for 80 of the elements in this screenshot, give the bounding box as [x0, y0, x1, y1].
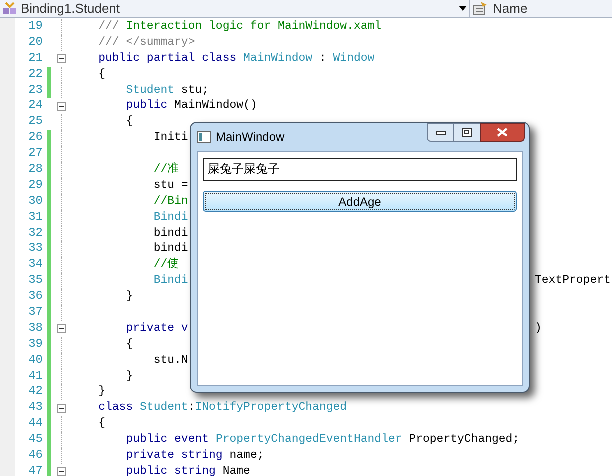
- code-line: class Student:INotifyPropertyChanged: [98, 400, 348, 416]
- code-line: {: [98, 66, 106, 83]
- line-number: 31: [28, 210, 43, 226]
- line-number: 42: [28, 384, 43, 400]
- code-line: public event PropertyChangedEventHandler PropertyChanged;: [125, 432, 520, 448]
- line-number: 21: [28, 50, 43, 67]
- minimize-button[interactable]: [427, 123, 454, 142]
- line-number: 35: [28, 273, 43, 290]
- collapse-icon[interactable]: [56, 467, 66, 476]
- code-line: {: [125, 114, 134, 130]
- line-number: 44: [28, 416, 43, 432]
- collapse-icon[interactable]: [56, 54, 66, 64]
- line-number: 27: [28, 146, 43, 162]
- line-number: 23: [28, 82, 43, 98]
- code-line: //Bin: [152, 194, 188, 210]
- window-icon: [197, 131, 211, 143]
- code-fragment: ): [535, 320, 542, 337]
- line-number: 22: [28, 66, 43, 83]
- type-combo-text: Binding1.Student: [21, 0, 122, 18]
- line-number: 40: [28, 352, 43, 369]
- code-line: }: [98, 384, 106, 400]
- line-number: 47: [28, 464, 43, 476]
- member-combo[interactable]: Name: [470, 0, 612, 17]
- code-line: public MainWindow(): [125, 98, 258, 114]
- add-age-button[interactable]: AddAge: [203, 191, 517, 212]
- code-line: Bindi: [152, 210, 188, 226]
- line-number: 29: [28, 178, 43, 194]
- code-line: stu =: [152, 178, 188, 194]
- code-line: /// Interaction logic for MainWindow.xaml: [98, 19, 382, 35]
- dropdown-arrow-icon[interactable]: [459, 6, 467, 11]
- line-number: 24: [28, 98, 43, 114]
- line-number: 46: [28, 448, 43, 464]
- line-number: 45: [28, 432, 43, 448]
- line-number: 20: [28, 34, 43, 51]
- close-button[interactable]: [480, 123, 525, 142]
- code-line: Bindi: [152, 273, 188, 290]
- code-line: private string name;: [125, 448, 264, 464]
- line-number: 36: [28, 289, 43, 306]
- line-number: 33: [28, 241, 43, 258]
- code-line: bindi: [152, 226, 188, 242]
- code-line: //使: [152, 257, 180, 274]
- line-number: 34: [28, 257, 43, 274]
- code-line: }: [125, 289, 134, 306]
- code-line: public partial class MainWindow : Window: [98, 50, 375, 67]
- code-line: stu.N: [152, 352, 188, 369]
- line-number: 25: [28, 114, 43, 130]
- code-line: /// </summary>: [98, 34, 196, 51]
- code-line: private v: [125, 320, 188, 337]
- code-line: {: [98, 416, 106, 432]
- line-number: 37: [28, 305, 43, 321]
- minimize-icon: [436, 130, 446, 134]
- code-line: {: [125, 336, 134, 353]
- collapse-icon[interactable]: [56, 404, 66, 413]
- close-icon: [497, 128, 508, 137]
- collapse-icon[interactable]: [56, 324, 66, 334]
- line-number: 30: [28, 194, 43, 210]
- line-number: 39: [28, 336, 43, 353]
- property-icon: [473, 2, 489, 16]
- line-number: 38: [28, 320, 43, 337]
- collapse-icon[interactable]: [56, 102, 66, 111]
- code-line: //准: [152, 162, 180, 178]
- maximize-icon: [462, 128, 472, 137]
- window-title: MainWindow: [216, 129, 285, 146]
- line-number: 41: [28, 368, 43, 384]
- class-icon: [2, 2, 18, 16]
- type-combo[interactable]: Binding1.Student: [0, 0, 470, 17]
- line-number: 28: [28, 162, 43, 178]
- code-line: public string Name: [125, 464, 250, 476]
- line-number: 43: [28, 400, 43, 416]
- line-number: 32: [28, 226, 43, 242]
- code-line: bindi: [152, 241, 188, 258]
- maximize-button[interactable]: [454, 123, 480, 142]
- text-input[interactable]: 屎兔子屎兔子: [203, 158, 517, 181]
- line-number: 26: [28, 130, 43, 146]
- line-number: 19: [28, 19, 43, 35]
- code-line: }: [125, 368, 134, 384]
- member-combo-text: Name: [493, 0, 528, 18]
- code-line: Student stu;: [125, 82, 210, 98]
- code-line: Initi: [152, 130, 188, 146]
- code-fragment: TextPropert: [535, 273, 611, 290]
